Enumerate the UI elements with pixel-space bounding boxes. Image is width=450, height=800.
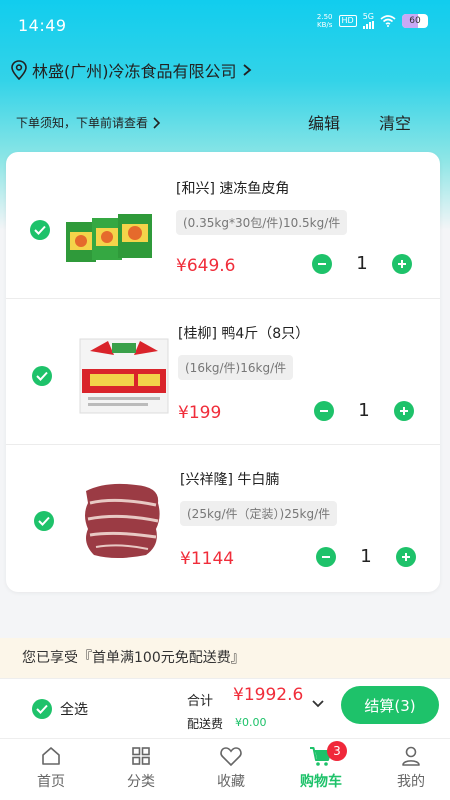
status-time: 14:49	[18, 16, 67, 35]
product-spec: (0.35kg*30包/件)10.5kg/件	[176, 210, 348, 235]
checkmark-icon	[34, 225, 46, 235]
quantity-decrease-button[interactable]	[312, 254, 332, 274]
plus-icon	[402, 553, 410, 561]
product-spec: (25kg/件（定装）)25kg/件	[180, 501, 338, 526]
checkout-button[interactable]: 结算(3)	[341, 686, 439, 724]
checkmark-icon	[38, 516, 50, 526]
heart-icon	[220, 747, 242, 767]
company-name: 林盛(广州)冷冻食品有限公司	[32, 62, 237, 81]
signal-icon: 5G	[363, 13, 374, 29]
bottom-tab-bar: 首页 分类 收藏 3 购物车 我的	[0, 738, 450, 800]
item-checkbox[interactable]	[30, 220, 50, 240]
quantity-increase-button[interactable]	[396, 547, 416, 567]
quantity-decrease-button[interactable]	[314, 401, 334, 421]
quantity-value: 1	[360, 546, 372, 567]
cart-list: [和兴] 速冻鱼皮角 (0.35kg*30包/件)10.5kg/件 ¥649.6…	[6, 152, 440, 592]
minus-icon	[322, 556, 330, 558]
quantity-increase-button[interactable]	[394, 401, 414, 421]
total-label: 合计	[187, 694, 214, 709]
product-name[interactable]: [桂柳] 鸭4斤（8只）	[178, 323, 309, 343]
product-image[interactable]	[62, 198, 162, 288]
order-notice-text: 下单须知，下单前请查看	[16, 116, 149, 130]
plus-icon	[398, 260, 406, 268]
tab-favorites[interactable]: 收藏	[201, 745, 261, 791]
status-bar: 14:49 2.50 KB/s HD 5G 60	[0, 0, 450, 52]
product-image[interactable]	[74, 329, 174, 419]
category-icon	[132, 747, 150, 765]
hd-icon: HD	[338, 15, 357, 27]
delivery-fee-value: ¥0.00	[235, 716, 267, 729]
company-selector[interactable]: 林盛(广州)冷冻食品有限公司	[10, 58, 257, 82]
battery-icon: 60	[402, 14, 428, 28]
clear-button[interactable]: 清空	[379, 110, 411, 134]
select-all-checkbox[interactable]: 全选	[32, 699, 88, 719]
chevron-down-icon[interactable]	[311, 699, 325, 709]
wifi-icon	[380, 15, 396, 27]
product-spec: (16kg/件)16kg/件	[178, 355, 294, 380]
select-all-label: 全选	[60, 702, 88, 718]
product-name[interactable]: [兴祥隆] 牛白腩	[180, 469, 279, 489]
item-checkbox[interactable]	[32, 366, 52, 386]
cart-item: [兴祥隆] 牛白腩 (25kg/件（定装）)25kg/件 ¥1144 1	[6, 444, 440, 590]
plus-icon	[400, 407, 408, 415]
chevron-right-icon	[242, 64, 251, 76]
quantity-decrease-button[interactable]	[316, 547, 336, 567]
cart-item: [桂柳] 鸭4斤（8只） (16kg/件)16kg/件 ¥199 1	[6, 298, 440, 444]
item-checkbox[interactable]	[34, 511, 54, 531]
status-icons: 2.50 KB/s HD 5G 60	[317, 13, 428, 29]
quantity-increase-button[interactable]	[392, 254, 412, 274]
order-notice-link[interactable]: 下单须知，下单前请查看	[16, 114, 162, 131]
quantity-value: 1	[356, 253, 368, 274]
product-price: ¥199	[178, 403, 222, 423]
tab-cart[interactable]: 3 购物车	[291, 741, 351, 791]
tab-category[interactable]: 分类	[111, 745, 171, 791]
cart-count-badge: 3	[327, 741, 347, 761]
home-icon	[42, 747, 60, 765]
checkmark-icon	[36, 371, 48, 381]
tab-home[interactable]: 首页	[21, 745, 81, 791]
checkbox-checked-icon	[32, 699, 52, 719]
product-price: ¥1144	[180, 549, 235, 569]
network-speed: 2.50 KB/s	[316, 13, 333, 29]
quantity-value: 1	[358, 400, 370, 421]
chevron-right-icon	[153, 116, 161, 129]
checkout-bar: 全选 合计 ¥1992.6 配送费 ¥0.00 结算(3)	[0, 678, 450, 738]
product-name[interactable]: [和兴] 速冻鱼皮角	[176, 178, 289, 198]
tab-profile[interactable]: 我的	[381, 745, 441, 791]
delivery-fee-label: 配送费	[187, 717, 224, 731]
minus-icon	[318, 263, 326, 265]
promo-banner: 您已享受『首单满100元免配送费』	[0, 638, 450, 678]
minus-icon	[320, 410, 328, 412]
total-value: ¥1992.6	[233, 685, 304, 705]
location-pin-icon	[11, 60, 27, 80]
user-icon	[402, 746, 420, 766]
edit-button[interactable]: 编辑	[308, 110, 340, 134]
cart-item: [和兴] 速冻鱼皮角 (0.35kg*30包/件)10.5kg/件 ¥649.6…	[6, 152, 440, 298]
product-image[interactable]	[76, 473, 176, 563]
product-price: ¥649.6	[176, 256, 236, 276]
